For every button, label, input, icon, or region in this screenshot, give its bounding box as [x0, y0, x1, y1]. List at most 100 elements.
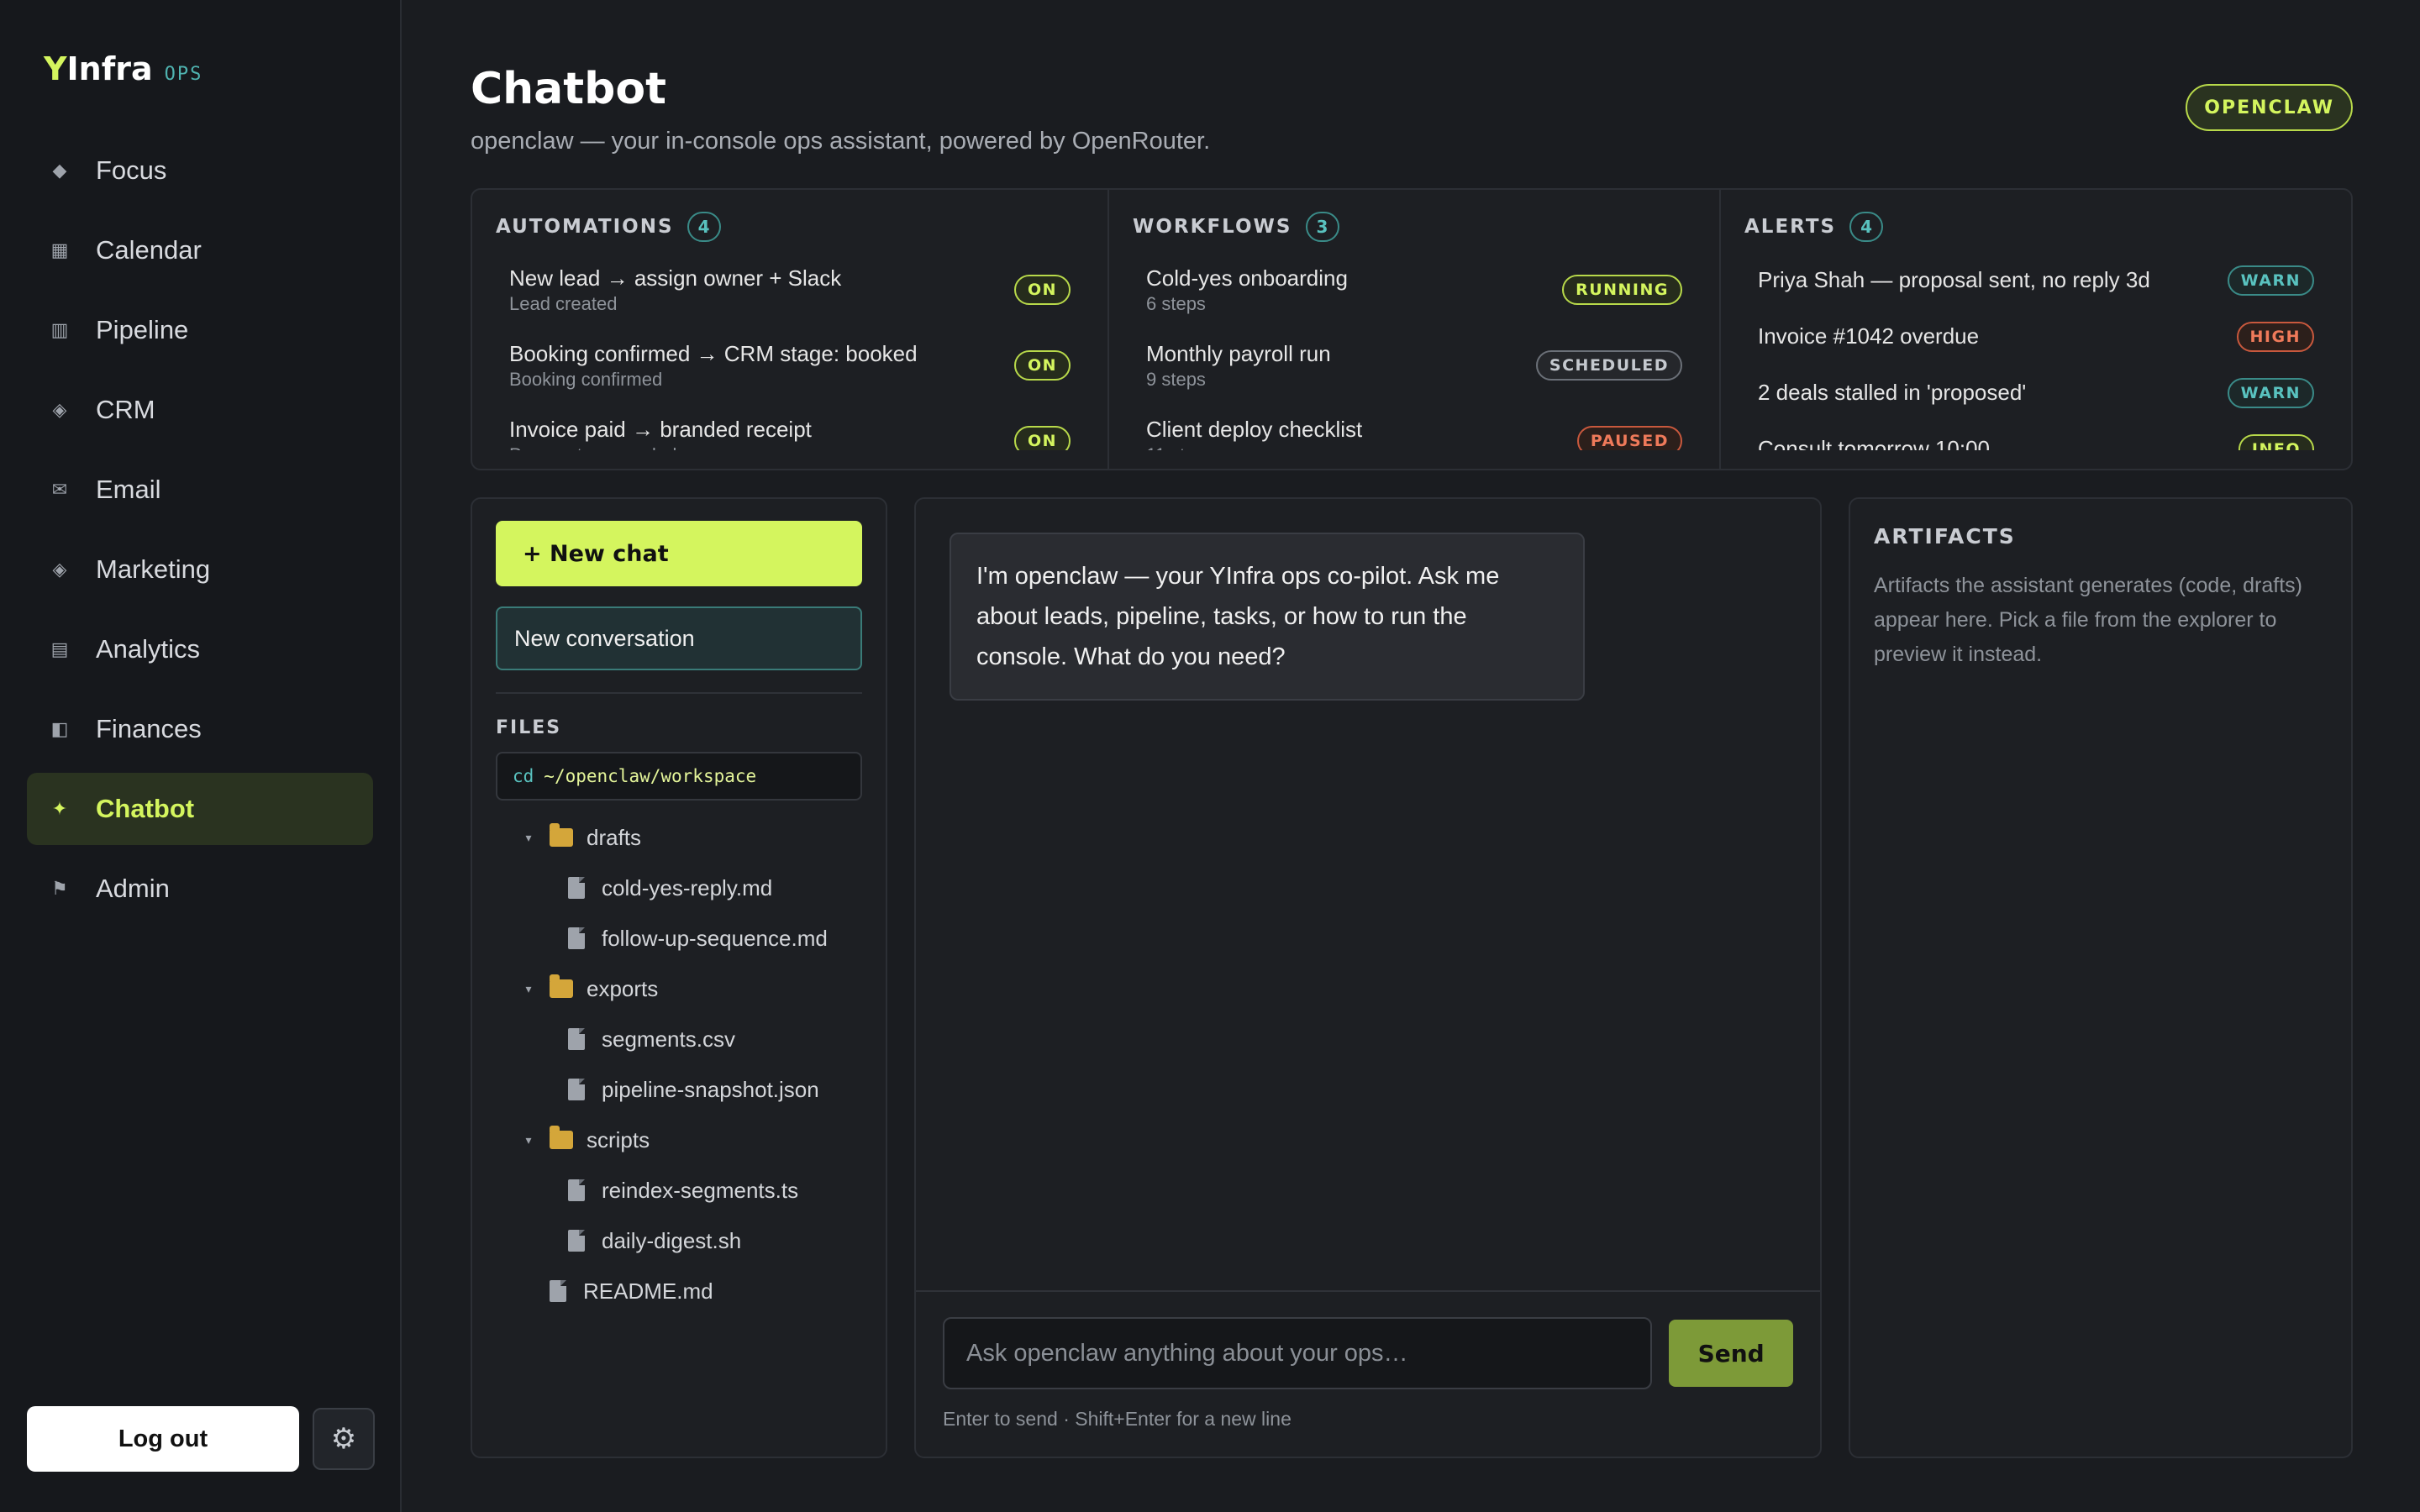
new-chat-button[interactable]: + New chat: [496, 521, 862, 586]
workflows-item[interactable]: Monthly payroll run 9 steps SCHEDULED: [1133, 328, 1696, 403]
alerts-item-text: 2 deals stalled in 'proposed': [1758, 380, 2026, 406]
tree-item-label: follow-up-sequence.md: [602, 925, 828, 951]
sidebar-nav: ◆ Focus ▦ Calendar ▥ Pipeline ◈ CRM ✉ Email ◈ Marke…: [27, 134, 373, 925]
cd-command: cd: [513, 766, 534, 786]
sidebar-item-focus[interactable]: ◆ Focus: [27, 134, 373, 207]
file-reindex-segments-ts[interactable]: reindex-segments.ts: [496, 1165, 862, 1215]
sidebar-item-finances[interactable]: ◧ Finances: [27, 693, 373, 765]
sidebar-item-label: Admin: [96, 874, 170, 903]
sidebar: Y Infra OPS ◆ Focus ▦ Calendar ▥ Pipeline ◈ CRM ✉ E…: [0, 0, 402, 1512]
page-title: Chatbot: [471, 64, 666, 114]
automations-item[interactable]: New lead → assign owner + Slack Lead crea…: [496, 252, 1084, 328]
chat-input[interactable]: [943, 1317, 1653, 1389]
marketing-icon: ◈: [52, 559, 67, 580]
sidebar-item-label: Focus: [96, 155, 167, 185]
logout-button[interactable]: Log out: [27, 1406, 299, 1472]
status-badge: WARN: [2227, 265, 2314, 296]
alerts-list[interactable]: Priya Shah — proposal sent, no reply 3d W…: [1744, 252, 2328, 450]
folder-exports[interactable]: ▾ exports: [496, 963, 862, 1014]
workflows-item[interactable]: Cold-yes onboarding 6 steps RUNNING: [1133, 252, 1696, 328]
automations-item-title: Booking confirmed → CRM stage: booked: [509, 341, 918, 366]
status-badge: RUNNING: [1562, 275, 1682, 305]
sidebar-item-chatbot[interactable]: ✦ Chatbot: [27, 773, 373, 845]
automations-item-subtitle: Lead created: [509, 293, 618, 314]
page-subtitle: openclaw — your in-console ops assistant…: [471, 128, 1211, 155]
chat-panel: I'm openclaw — your YInfra ops co-pilot.…: [914, 497, 1822, 1458]
alerts-item-text: Consult tomorrow 10:00: [1758, 436, 1990, 450]
sidebar-item-analytics[interactable]: ▤ Analytics: [27, 613, 373, 685]
alerts-section: ALERTS 4 Priya Shah — proposal sent, no …: [1719, 190, 2351, 469]
tree-item-label: reindex-segments.ts: [602, 1177, 799, 1203]
file-icon: [550, 1280, 566, 1302]
pipeline-icon: ▥: [50, 319, 69, 340]
crm-icon: ◈: [52, 399, 67, 420]
chevron-down-icon[interactable]: ▾: [518, 831, 539, 845]
file-follow-up-sequence-md[interactable]: follow-up-sequence.md: [496, 913, 862, 963]
automations-item-text: Invoice paid → branded receipt Payment su…: [509, 415, 812, 450]
composer-hint: Enter to send · Shift+Enter for a new li…: [943, 1408, 1292, 1430]
sidebar-item-admin[interactable]: ⚑ Admin: [27, 853, 373, 925]
file-pipeline-snapshot-json[interactable]: pipeline-snapshot.json: [496, 1064, 862, 1115]
logo-suffix: OPS: [164, 64, 203, 85]
workflows-item-subtitle: 9 steps: [1146, 369, 1206, 390]
sidebar-item-marketing[interactable]: ◈ Marketing: [27, 533, 373, 606]
send-button[interactable]: Send: [1669, 1320, 1793, 1387]
status-badge: PAUSED: [1576, 426, 1682, 450]
analytics-icon: ▤: [50, 638, 69, 659]
status-badge: ON: [1013, 350, 1071, 381]
chevron-down-icon[interactable]: ▾: [518, 1133, 539, 1147]
files-label: FILES: [496, 717, 562, 738]
summary-panel: AUTOMATIONS 4 New lead → assign owner + …: [471, 188, 2353, 470]
automations-item[interactable]: Booking confirmed → CRM stage: booked Boo…: [496, 328, 1084, 403]
file-cold-yes-reply-md[interactable]: cold-yes-reply.md: [496, 863, 862, 913]
file-segments-csv[interactable]: segments.csv: [496, 1014, 862, 1064]
alerts-label: ALERTS: [1744, 216, 1837, 238]
sidebar-item-label: Email: [96, 475, 161, 504]
status-badge: HIGH: [2236, 321, 2314, 352]
sidebar-item-email[interactable]: ✉ Email: [27, 454, 373, 526]
folder-drafts[interactable]: ▾ drafts: [496, 812, 862, 863]
calendar-icon: ▦: [50, 239, 69, 260]
workflows-item-title: Cold-yes onboarding: [1146, 265, 1348, 291]
alerts-item[interactable]: Invoice #1042 overdue HIGH: [1744, 308, 2328, 365]
automations-item-title: Invoice paid → branded receipt: [509, 417, 812, 442]
file-tree: ▾ drafts cold-yes-reply.md follow-up-sequen…: [496, 812, 862, 1316]
file-daily-digest-sh[interactable]: daily-digest.sh: [496, 1215, 862, 1266]
file-icon: [568, 1028, 585, 1050]
automations-header: AUTOMATIONS 4: [496, 210, 1084, 244]
tree-item-label: scripts: [587, 1126, 650, 1152]
sidebar-item-label: Calendar: [96, 235, 202, 265]
workflows-list[interactable]: Cold-yes onboarding 6 steps RUNNING Monthly…: [1133, 252, 1696, 450]
workflows-item-subtitle: 6 steps: [1146, 293, 1206, 314]
folder-scripts[interactable]: ▾ scripts: [496, 1115, 862, 1165]
workspace: + New chat New conversation FILES cd ~/o…: [471, 497, 2353, 1458]
sidebar-item-calendar[interactable]: ▦ Calendar: [27, 214, 373, 286]
path-text: ~/openclaw/workspace: [544, 766, 757, 786]
flag-icon: ⚑: [51, 878, 68, 899]
chat-composer: Send Enter to send · Shift+Enter for a n…: [916, 1290, 1820, 1457]
settings-button[interactable]: ⚙: [313, 1408, 375, 1470]
conversation-item[interactable]: New conversation: [496, 606, 862, 670]
automations-item-subtitle: Booking confirmed: [509, 369, 663, 390]
envelope-icon: ✉: [51, 479, 68, 500]
alerts-item[interactable]: 2 deals stalled in 'proposed' WARN: [1744, 365, 2328, 421]
automations-label: AUTOMATIONS: [496, 216, 674, 238]
workflows-item-title: Monthly payroll run: [1146, 341, 1331, 366]
page-header: Chatbot openclaw — your in-console ops a…: [471, 0, 2353, 188]
workflows-item[interactable]: Client deploy checklist 11 steps PAUSED: [1133, 403, 1696, 450]
chevron-down-icon[interactable]: ▾: [518, 982, 539, 996]
automations-list[interactable]: New lead → assign owner + Slack Lead crea…: [496, 252, 1084, 450]
sidebar-item-pipeline[interactable]: ▥ Pipeline: [27, 294, 373, 366]
automations-item[interactable]: Invoice paid → branded receipt Payment su…: [496, 403, 1084, 450]
folder-icon: [550, 823, 573, 847]
alerts-item[interactable]: Consult tomorrow 10:00 INFO: [1744, 421, 2328, 450]
alerts-item[interactable]: Priya Shah — proposal sent, no reply 3d W…: [1744, 252, 2328, 308]
workflows-header: WORKFLOWS 3: [1133, 210, 1696, 244]
sidebar-item-crm[interactable]: ◈ CRM: [27, 374, 373, 446]
logo-name: Infra: [66, 50, 153, 87]
file-readme-md[interactable]: README.md: [496, 1266, 862, 1316]
workflows-item-title: Client deploy checklist: [1146, 417, 1363, 442]
alerts-item-title: Priya Shah — proposal sent, no reply 3d: [1758, 267, 2150, 292]
file-icon: [568, 1179, 585, 1201]
chat-messages[interactable]: I'm openclaw — your YInfra ops co-pilot.…: [916, 499, 1820, 1289]
